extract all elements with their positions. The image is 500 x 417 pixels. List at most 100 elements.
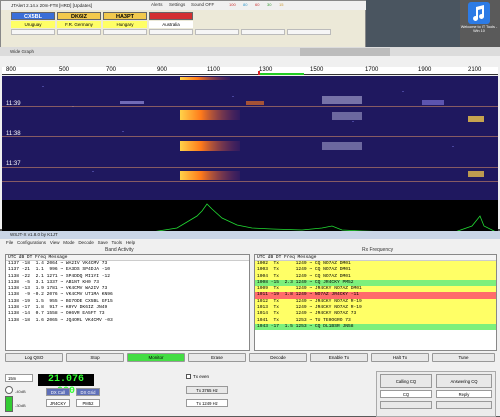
freq-tick: 1900 bbox=[418, 67, 432, 73]
level-label: -30dB bbox=[15, 403, 26, 408]
dx-call-button[interactable]: DX Call bbox=[46, 388, 70, 396]
rx-row[interactable]: 1043 -17 1.5 1253 ~ CQ DL1BSR JN58 bbox=[255, 323, 496, 331]
empty-slot[interactable] bbox=[57, 29, 101, 35]
empty-slot[interactable] bbox=[149, 29, 193, 35]
menu-sound[interactable]: Sound OFF bbox=[191, 2, 214, 7]
country-label: Uruguay bbox=[11, 21, 55, 28]
menu-help[interactable]: Help bbox=[126, 240, 135, 245]
empty-slot[interactable] bbox=[103, 29, 147, 35]
reply-tab[interactable]: Reply bbox=[436, 390, 492, 398]
waterfall-display[interactable]: 11:39 11:38 11:37 bbox=[2, 76, 498, 246]
callsign-slot-3[interactable]: HA3PT bbox=[103, 12, 147, 20]
signal-trace bbox=[468, 171, 484, 177]
wide-graph-window: Wide Graph 800 500 700 900 1100 1300 150… bbox=[0, 47, 500, 274]
counter: 100 bbox=[229, 2, 236, 7]
signal-trace bbox=[468, 116, 484, 122]
menu-alerts[interactable]: Alerts bbox=[151, 2, 163, 7]
status-indicator bbox=[5, 386, 13, 394]
rx-frequency-title: Rx Frequency bbox=[362, 247, 394, 253]
jtalert-window: JTAlert 2.14.x 20m-FT8 [HRD] [Updates] A… bbox=[0, 0, 367, 48]
freq-tick: 700 bbox=[106, 67, 117, 73]
menu-settings[interactable]: Settings bbox=[169, 2, 185, 7]
empty-slot[interactable] bbox=[195, 29, 239, 35]
dx-grid-field[interactable]: PM52 bbox=[76, 399, 100, 407]
signal-trace bbox=[322, 142, 362, 150]
level-label: -40dB bbox=[15, 389, 26, 394]
dx-call-field[interactable]: JR4CKY bbox=[46, 399, 70, 407]
menu-configurations[interactable]: Configurations bbox=[17, 240, 46, 245]
counter: 80 bbox=[243, 2, 248, 7]
callsign-slot-4[interactable] bbox=[149, 12, 193, 20]
empty-slot[interactable] bbox=[11, 29, 55, 35]
band-activity-list[interactable]: UTC dB DT Freq Message 1137 -18 1.4 2064… bbox=[5, 254, 250, 351]
signal-trace bbox=[422, 100, 444, 105]
stop-button[interactable]: Stop bbox=[66, 353, 124, 362]
answering-cq-button[interactable]: Answering CQ bbox=[436, 374, 492, 388]
decode-button[interactable]: Decode bbox=[249, 353, 307, 362]
time-label: 11:38 bbox=[6, 131, 21, 137]
signal-trace bbox=[180, 110, 240, 120]
menu-file[interactable]: File bbox=[6, 240, 13, 245]
waterfall-separator bbox=[2, 106, 498, 107]
dial-frequency-display: 21.076 000 bbox=[38, 374, 94, 397]
wide-graph-title-bar: Wide Graph bbox=[0, 47, 500, 56]
enable-tx-button[interactable]: Enable Tx bbox=[310, 353, 368, 362]
menu-decode[interactable]: Decode bbox=[78, 240, 94, 245]
counter: 60 bbox=[255, 2, 260, 7]
tx-message-slot[interactable] bbox=[436, 401, 492, 409]
waterfall-separator bbox=[2, 167, 498, 168]
desktop-shortcut-label: Welcome to IT Tools - Win 10 bbox=[460, 25, 498, 33]
tx-freq-button[interactable]: Tx 3765 Hz bbox=[186, 386, 228, 394]
background-window-strip bbox=[300, 48, 390, 56]
country-label: Hungary bbox=[103, 21, 147, 28]
tx-message-slot[interactable] bbox=[380, 401, 432, 409]
callsign-slot-1[interactable]: CX5BL bbox=[11, 12, 55, 20]
tx-even-checkbox[interactable] bbox=[186, 374, 191, 379]
freq-tick: 1100 bbox=[207, 67, 220, 73]
freq-tick: 1500 bbox=[310, 67, 324, 73]
signal-trace bbox=[180, 141, 240, 151]
dx-grid-button[interactable]: DX Grid bbox=[76, 388, 100, 396]
freq-tick: 800 bbox=[6, 67, 17, 73]
waterfall-separator bbox=[2, 181, 498, 182]
log-qso-button[interactable]: Log QSO bbox=[5, 353, 63, 362]
wsjtx-title: WSJT-X v1.8.0 by K1JT bbox=[10, 232, 58, 237]
menu-save[interactable]: Save bbox=[98, 240, 108, 245]
desktop-shortcut[interactable]: Welcome to IT Tools - Win 10 bbox=[460, 2, 498, 46]
signal-trace bbox=[332, 112, 362, 120]
erase-button[interactable]: Erase bbox=[188, 353, 246, 362]
empty-slot[interactable] bbox=[241, 29, 285, 35]
calling-cq-button[interactable]: Calling CQ bbox=[380, 374, 432, 388]
jtalert-title: JTAlert 2.14.x 20m-FT8 [HRD] [Updates] bbox=[11, 3, 92, 8]
time-label: 11:37 bbox=[6, 161, 21, 167]
audio-level-bar bbox=[5, 396, 13, 412]
menu-view[interactable]: View bbox=[50, 240, 60, 245]
freq-tick: 900 bbox=[157, 67, 168, 73]
wsjtx-title-bar: WSJT-X v1.8.0 by K1JT bbox=[0, 231, 500, 239]
halt-tx-button[interactable]: Halt Tx bbox=[371, 353, 429, 362]
empty-slot[interactable] bbox=[287, 29, 331, 35]
wide-graph-title: Wide Graph bbox=[10, 49, 35, 54]
tune-button[interactable]: Tune bbox=[432, 353, 495, 362]
music-note-icon bbox=[468, 2, 490, 24]
rx-marker[interactable] bbox=[258, 73, 304, 75]
freq-tick: 500 bbox=[59, 67, 70, 73]
band-select[interactable]: 15m bbox=[5, 374, 33, 382]
counter: 15 bbox=[279, 2, 284, 7]
waterfall-separator bbox=[2, 136, 498, 137]
callsign-slot-2[interactable]: DK6IZ bbox=[57, 12, 101, 20]
rx-frequency-list[interactable]: UTC dB DT Freq Message 1002 Tx 1249 ~ CQ… bbox=[254, 254, 497, 351]
monitor-button[interactable]: Monitor bbox=[127, 353, 185, 362]
decode-row[interactable]: 1138 -18 1.6 2065 ~ JQ4ORL VK4CMV -03 bbox=[6, 318, 249, 324]
tx-marker[interactable] bbox=[258, 71, 260, 75]
wsjtx-window: WSJT-X v1.8.0 by K1JT File Configuration… bbox=[0, 231, 500, 417]
menu-mode[interactable]: Mode bbox=[63, 240, 74, 245]
desktop-background bbox=[366, 0, 460, 48]
menu-tools[interactable]: Tools bbox=[112, 240, 123, 245]
cq-tab[interactable]: CQ bbox=[380, 390, 432, 398]
country-label: Australia bbox=[149, 21, 193, 28]
freq-tick: 1700 bbox=[365, 67, 379, 73]
frequency-scale: 800 500 700 900 1100 1300 1500 1700 1900… bbox=[2, 67, 498, 75]
wsjtx-menu-bar: File Configurations View Mode Decode Sav… bbox=[0, 239, 500, 246]
rx-freq-spinner[interactable]: Tx 1249 Hz bbox=[186, 399, 228, 407]
